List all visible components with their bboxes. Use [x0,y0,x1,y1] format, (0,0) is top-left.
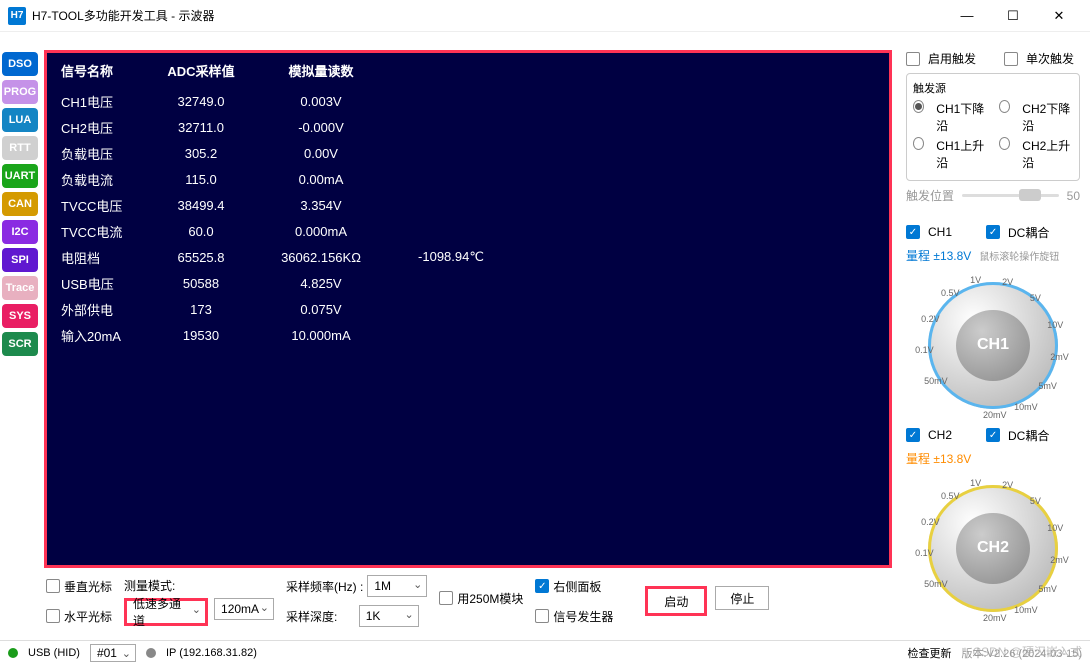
window-title: H7-TOOL多功能开发工具 - 示波器 [32,7,214,24]
checkbox-ch1-dc[interactable]: ✓ [986,225,1000,239]
table-row: 外部供电1730.075V [61,296,875,322]
table-row: 负载电流115.00.00mA [61,166,875,192]
sidebar: DSO PROG LUA RTT UART CAN I2C SPI Trace SYS SCR [0,32,40,632]
scope-table-header: 信号名称 ADC采样值 模拟量读数 [61,61,875,80]
select-channel-num[interactable]: #01 [90,644,136,662]
table-row: 负载电压305.20.00V [61,140,875,166]
sidebar-item-uart[interactable]: UART [2,164,38,188]
checkbox-ch1[interactable]: ✓ [906,225,920,239]
status-usb: USB (HID) [28,647,80,659]
watermark: CSDN @硬汉嵌入式 [972,643,1082,660]
table-row: 输入20mA1953010.000mA [61,322,875,348]
checkbox-rightpanel[interactable]: ✓ [535,579,549,593]
fieldset-trigger-source: 触发源 CH1下降沿CH2下降沿 CH1上升沿CH2上升沿 [906,73,1080,181]
sidebar-item-lua[interactable]: LUA [2,108,38,132]
checkbox-ch2[interactable]: ✓ [906,428,920,442]
right-panel: 启用触发 单次触发 触发源 CH1下降沿CH2下降沿 CH1上升沿CH2上升沿 … [900,32,1090,632]
minimize-button[interactable]: — [944,0,990,32]
checkbox-single-trigger[interactable] [1004,52,1018,66]
radio-ch1-fall[interactable] [913,100,924,113]
table-row: USB电压505884.825V [61,270,875,296]
table-row: TVCC电压38499.43.354V [61,192,875,218]
table-row: CH1电压32749.00.003V [61,88,875,114]
radio-ch2-rise[interactable] [999,137,1010,150]
status-ip: IP (192.168.31.82) [166,647,257,659]
checkbox-vcursor[interactable] [46,579,60,593]
sidebar-item-rtt[interactable]: RTT [2,136,38,160]
radio-ch1-rise[interactable] [913,137,924,150]
scope-display: 信号名称 ADC采样值 模拟量读数 CH1电压32749.00.003VCH2电… [44,50,892,568]
checkbox-ch2-dc[interactable]: ✓ [986,428,1000,442]
dial-ch1[interactable]: CH1 50mV0.1V0.2V0.5V1V2V5V10V2mV5mV10mV2… [918,272,1068,419]
status-dot-icon [8,648,18,658]
select-measure-mode[interactable]: 低速多通道 [124,598,208,626]
dial-ch2[interactable]: CH2 50mV0.1V0.2V0.5V1V2V5V10V2mV5mV10mV2… [918,475,1068,622]
radio-ch2-fall[interactable] [999,100,1010,113]
table-row: 电阻档65525.836062.156KΩ-1098.94℃ [61,244,875,270]
titlebar: H7 H7-TOOL多功能开发工具 - 示波器 — ☐ ✕ [0,0,1090,32]
slider-trigger-pos[interactable] [962,194,1059,197]
select-range[interactable]: 120mA [214,598,274,620]
sidebar-item-dso[interactable]: DSO [2,52,38,76]
close-button[interactable]: ✕ [1036,0,1082,32]
sidebar-item-prog[interactable]: PROG [2,80,38,104]
sidebar-item-trace[interactable]: Trace [2,276,38,300]
maximize-button[interactable]: ☐ [990,0,1036,32]
table-row: CH2电压32711.0-0.000V [61,114,875,140]
app-icon: H7 [8,7,26,25]
checkbox-enable-trigger[interactable] [906,52,920,66]
select-sample-depth[interactable]: 1K [359,605,419,627]
bottom-controls: 垂直光标 水平光标 测量模式: 低速多通道 120mA 采样频率(Hz) :1M… [44,568,892,624]
sidebar-item-can[interactable]: CAN [2,192,38,216]
checkbox-hcursor[interactable] [46,609,60,623]
select-sample-rate[interactable]: 1M [367,575,427,597]
checkbox-siggen[interactable] [535,609,549,623]
ip-dot-icon [146,648,156,658]
checkbox-250m[interactable] [439,591,453,605]
sidebar-item-sys[interactable]: SYS [2,304,38,328]
table-row: TVCC电流60.00.000mA [61,218,875,244]
start-button[interactable]: 启动 [645,586,707,616]
check-update-link[interactable]: 检查更新 [908,645,952,661]
stop-button[interactable]: 停止 [715,586,769,610]
sidebar-item-scr[interactable]: SCR [2,332,38,356]
statusbar: USB (HID) #01 IP (192.168.31.82) 检查更新 版本… [0,640,1090,664]
sidebar-item-i2c[interactable]: I2C [2,220,38,244]
sidebar-item-spi[interactable]: SPI [2,248,38,272]
